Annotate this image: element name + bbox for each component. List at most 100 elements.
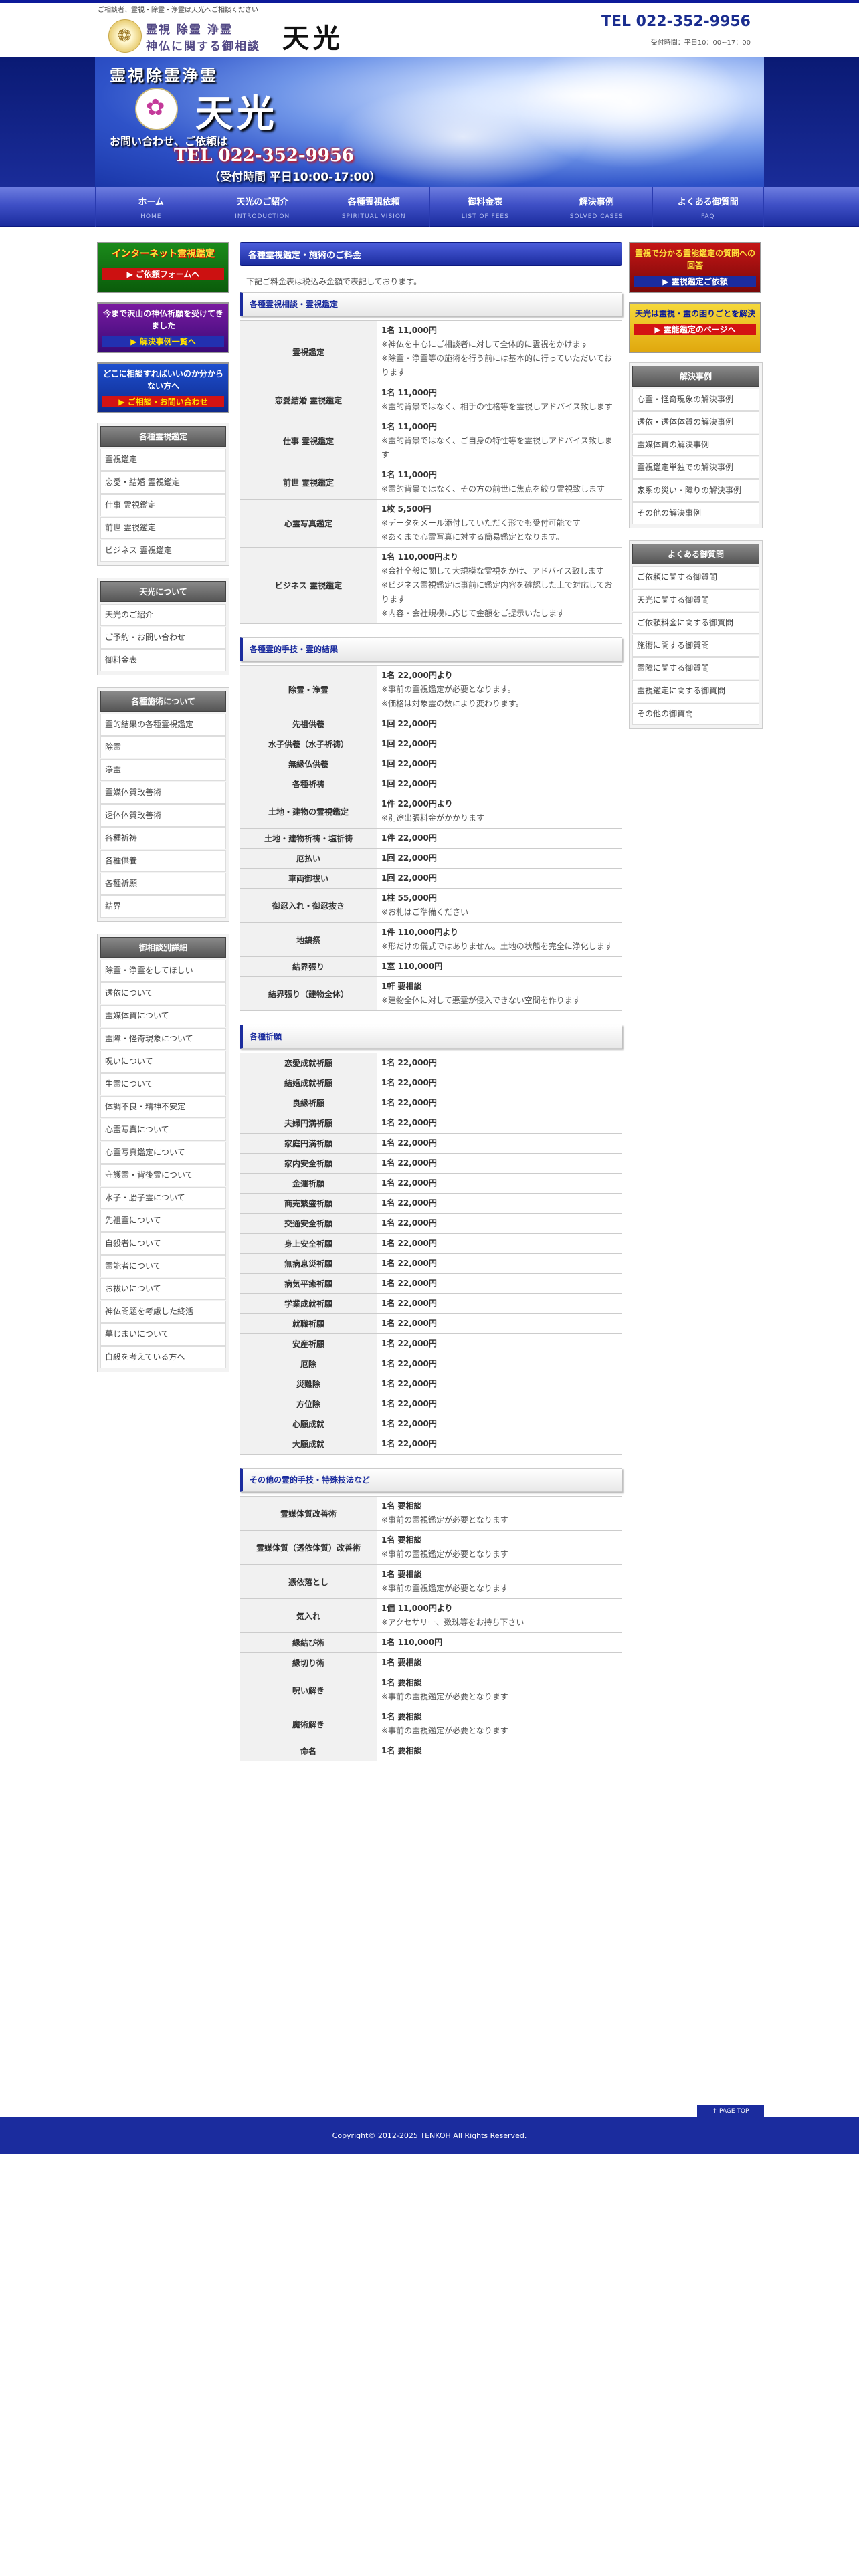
sidebar-link-list: 心霊・怪奇現象の解決事例 透依・透体体質の解決事例 霊媒体質の解決事例 霊視鑑定単独で… [632, 389, 759, 524]
sidebar-link[interactable]: 水子・胎子霊について [100, 1187, 226, 1209]
service-price: 1名 22,000円 [381, 1279, 437, 1288]
sidebar-link-list: 霊的結果の各種霊視鑑定 除霊 浄霊 霊媒体質改善術 透体体質改善術 各種祈祷 各種供養 各種祈… [100, 714, 226, 918]
sidebar-link[interactable]: 霊視鑑定 [100, 449, 226, 471]
sidebar-link[interactable]: 各種祈祷 [100, 827, 226, 849]
service-name: 除霊・浄霊 [240, 665, 377, 714]
sidebar-link[interactable]: 呪いについて [100, 1051, 226, 1073]
service-name: 金運祈願 [240, 1173, 377, 1194]
promo-banner[interactable]: インターネット霊視鑑定 ▶ ご依頼フォームへ [97, 242, 229, 293]
sidebar-link[interactable]: ビジネス 霊視鑑定 [100, 540, 226, 562]
service-note: ※事前の霊視鑑定が必要となります [381, 1584, 508, 1593]
sidebar-link[interactable]: 先祖霊について [100, 1210, 226, 1232]
promo-banner-title: 天光は霊視・霊の困りごとを解決 [634, 309, 755, 318]
sidebar-link[interactable]: 天光に関する御質問 [632, 589, 759, 611]
sidebar-link[interactable]: 体調不良・精神不安定 [100, 1096, 226, 1118]
service-name: 良縁祈願 [240, 1093, 377, 1113]
right-banners: 霊視で分かる霊能鑑定の質問への回答 ▶ 霊視鑑定ご依頼 天光は霊視・霊の困りごとを解… [629, 242, 763, 353]
sidebar-link[interactable]: 生霊について [100, 1073, 226, 1095]
service-price: 1名 22,000円 [381, 1218, 437, 1228]
header-phone[interactable]: TEL 022-352-9956 [601, 13, 751, 30]
service-name: 結界張り（建物全体） [240, 976, 377, 1011]
promo-banner-cta: ▶ 解決事例一覧へ [102, 336, 224, 347]
sidebar-link[interactable]: ご予約・お問い合わせ [100, 627, 226, 649]
sidebar-link[interactable]: 霊媒体質について [100, 1005, 226, 1027]
sidebar-box-reishi: 各種霊視鑑定 霊視鑑定 恋愛・結婚 霊視鑑定 仕事 霊視鑑定 前世 霊視鑑定 ビジネス … [97, 423, 229, 566]
service-price-cell: 1名 22,000円 [377, 1354, 622, 1374]
table-row: 金運祈願 1名 22,000円 [240, 1173, 622, 1194]
sidebar-link[interactable]: 霊媒体質改善術 [100, 782, 226, 804]
promo-banner[interactable]: 霊視で分かる霊能鑑定の質問への回答 ▶ 霊視鑑定ご依頼 [629, 242, 761, 293]
table-row: 御忍入れ・御忍抜き 1柱 55,000円 ※お札はご準備ください [240, 888, 622, 923]
sidebar-link[interactable]: 浄霊 [100, 759, 226, 781]
sidebar-link[interactable]: 霊障・怪奇現象について [100, 1028, 226, 1050]
promo-banner[interactable]: 今まで沢山の神仏祈願を受けてきました ▶ 解決事例一覧へ [97, 302, 229, 353]
sidebar-link[interactable]: 心霊写真鑑定について [100, 1142, 226, 1164]
sidebar-link[interactable]: 霊視鑑定に関する御質問 [632, 680, 759, 702]
service-name: 大願成就 [240, 1434, 377, 1455]
sidebar-link[interactable]: 除霊・浄霊をしてほしい [100, 960, 226, 982]
sidebar-link[interactable]: 墓じまいについて [100, 1323, 226, 1346]
sidebar-link[interactable]: 除霊 [100, 736, 226, 758]
sidebar-link[interactable]: その他の解決事例 [632, 502, 759, 524]
nav-item-list-of-fees[interactable]: 御料金表 LIST OF FEES [430, 187, 541, 227]
table-row: 家庭円満祈願 1名 22,000円 [240, 1133, 622, 1154]
sidebar-link[interactable]: 各種供養 [100, 850, 226, 872]
site-logo[interactable]: ❁ 霊視 除霊 浄霊 神仏に関する御相談 天光 [108, 17, 376, 54]
sidebar-link[interactable]: 天光のご紹介 [100, 604, 226, 626]
service-name: 前世 霊視鑑定 [240, 465, 377, 500]
service-price: 1名 要相談 [381, 1678, 422, 1687]
price-table: 霊視鑑定 1名 11,000円 ※神仏を中心にご相談者に対して全体的に霊視をかけます… [240, 320, 622, 624]
sidebar-link[interactable]: 透依・透体体質の解決事例 [632, 411, 759, 433]
sidebar-link[interactable]: ご依頼料金に関する御質問 [632, 612, 759, 634]
sidebar-link[interactable]: 心霊写真について [100, 1119, 226, 1141]
nav-item-solved-cases[interactable]: 解決事例 SOLVED CASES [541, 187, 653, 227]
sidebar-link[interactable]: 守護霊・背後霊について [100, 1164, 226, 1186]
sidebar-link[interactable]: ご依頼に関する御質問 [632, 566, 759, 588]
table-row: 気入れ 1個 11,000円より ※アクセサリー、数珠等をお持ち下さい [240, 1598, 622, 1633]
sidebar-link[interactable]: 霊的結果の各種霊視鑑定 [100, 714, 226, 736]
sidebar-link[interactable]: 各種祈願 [100, 873, 226, 895]
service-name: 気入れ [240, 1598, 377, 1633]
sidebar-link[interactable]: 仕事 霊視鑑定 [100, 494, 226, 516]
sidebar-link[interactable]: 自殺者について [100, 1232, 226, 1255]
service-note: ※アクセサリー、数珠等をお持ち下さい [381, 1618, 524, 1627]
promo-banner-title: インターネット霊視鑑定 [112, 249, 215, 259]
sidebar-link[interactable]: 霊能者について [100, 1255, 226, 1277]
sidebar-link[interactable]: 御料金表 [100, 649, 226, 671]
sidebar-link[interactable]: 霊障に関する御質問 [632, 657, 759, 679]
service-price-cell: 1名 要相談 [377, 1741, 622, 1761]
service-price-cell: 1名 22,000円 [377, 1113, 622, 1134]
promo-banner-title: 今まで沢山の神仏祈願を受けてきました [103, 309, 223, 330]
promo-banner[interactable]: 天光は霊視・霊の困りごとを解決 ▶ 霊能鑑定のページへ [629, 302, 761, 353]
section-heading: 各種霊的手技・霊的結果 [240, 637, 622, 661]
sidebar-link[interactable]: 霊視鑑定単独での解決事例 [632, 457, 759, 479]
service-name: 方位除 [240, 1394, 377, 1414]
sidebar-link[interactable]: 自殺を考えている方へ [100, 1346, 226, 1368]
service-price: 1名 要相談 [381, 1746, 422, 1755]
sidebar-link[interactable]: 結界 [100, 895, 226, 918]
sidebar-box-consultations: 御相談別詳細 除霊・浄霊をしてほしい 透依について 霊媒体質について 霊障・怪奇現象に… [97, 934, 229, 1372]
sidebar-link[interactable]: 恋愛・結婚 霊視鑑定 [100, 471, 226, 494]
service-price: 1件 110,000円より [381, 928, 458, 937]
service-price: 1室 110,000円 [381, 962, 443, 971]
sidebar-link[interactable]: その他の御質問 [632, 703, 759, 725]
nav-item-faq[interactable]: よくある御質問 FAQ [653, 187, 764, 227]
sidebar-link[interactable]: 心霊・怪奇現象の解決事例 [632, 389, 759, 411]
sidebar-link[interactable]: 家系の災い・障りの解決事例 [632, 479, 759, 502]
sidebar-link[interactable]: 透体体質改善術 [100, 804, 226, 827]
promo-banner[interactable]: どこに相談すればいいのか分からない方へ ▶ ご相談・お問い合わせ [97, 362, 229, 413]
nav-item-spiritual-vision[interactable]: 各種霊視依頼 SPIRITUAL VISION [318, 187, 430, 227]
sidebar-link[interactable]: 神仏問題を考慮した終活 [100, 1301, 226, 1323]
sidebar-link[interactable]: 施術に関する御質問 [632, 635, 759, 657]
service-price-cell: 1件 110,000円より ※形だけの儀式ではありません。土地の状態を完全に浄化し… [377, 922, 622, 957]
sidebar-link[interactable]: 前世 霊視鑑定 [100, 517, 226, 539]
sidebar-link[interactable]: 透依について [100, 982, 226, 1004]
nav-item-home[interactable]: ホーム HOME [96, 187, 207, 227]
page-top-button[interactable]: ↑ PAGE TOP [697, 2105, 764, 2117]
service-price: 1名 22,000円 [381, 1419, 437, 1428]
sidebar-link[interactable]: 霊媒体質の解決事例 [632, 434, 759, 456]
sidebar-link[interactable]: お祓いについて [100, 1278, 226, 1300]
nav-item-introduction[interactable]: 天光のご紹介 INTRODUCTION [207, 187, 318, 227]
service-price-cell: 1名 22,000円 [377, 1213, 622, 1234]
service-name: 心霊写真鑑定 [240, 499, 377, 548]
